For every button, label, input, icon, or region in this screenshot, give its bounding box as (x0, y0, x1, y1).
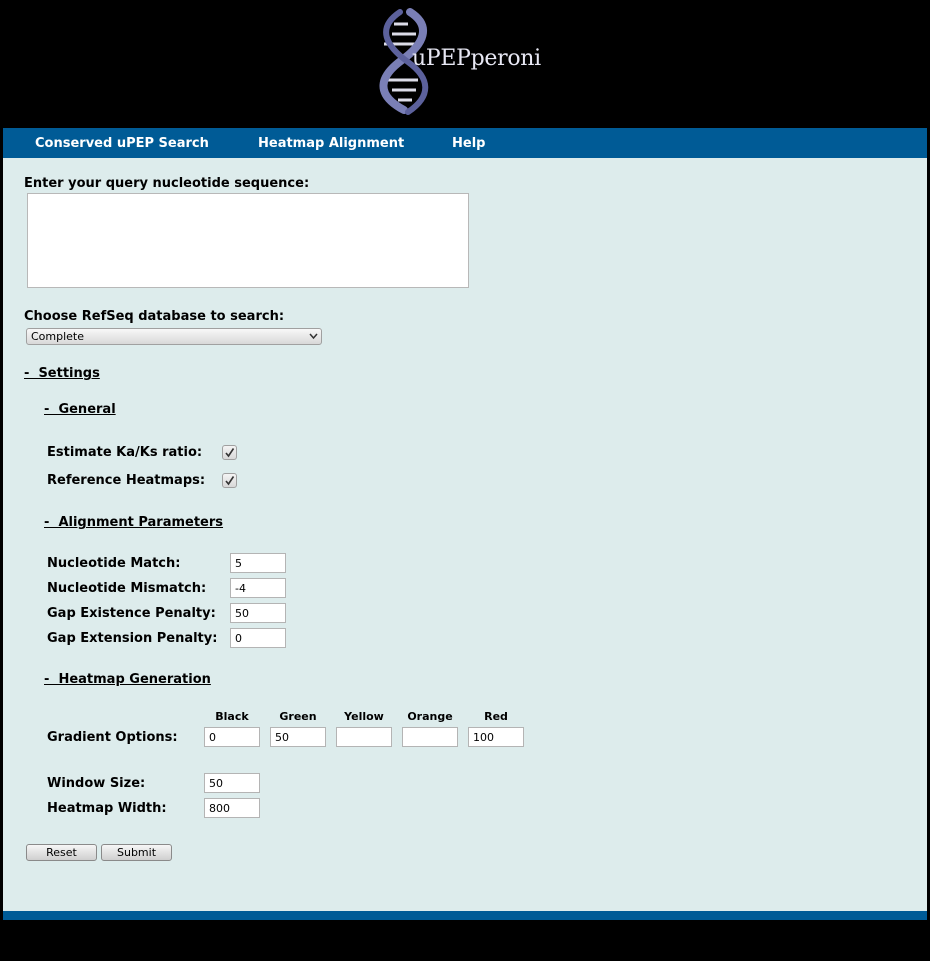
gradient-green-input[interactable] (270, 727, 326, 747)
ref-heatmaps-checkbox[interactable] (222, 473, 237, 488)
mismatch-label: Nucleotide Mismatch: (47, 581, 207, 596)
chevron-down-icon (309, 333, 318, 340)
header: uPEPperoni (0, 0, 930, 128)
gradient-header-black: Black (215, 710, 249, 723)
gap-extension-label: Gap Extension Penalty: (47, 631, 218, 646)
nucleotide-match-input[interactable] (230, 553, 286, 573)
gradient-header-green: Green (279, 710, 317, 723)
logo-text: uPEPperoni (412, 46, 541, 71)
submit-button[interactable]: Submit (101, 844, 172, 861)
nav-bar: Conserved uPEP Search Heatmap Alignment … (3, 128, 927, 158)
gradient-black-input[interactable] (204, 727, 260, 747)
nav-heatmap-alignment[interactable]: Heatmap Alignment (258, 136, 404, 151)
gradient-header-orange: Orange (407, 710, 453, 723)
ref-heatmaps-label: Reference Heatmaps: (47, 473, 206, 488)
checkmark-icon (225, 448, 235, 458)
gradient-red-input[interactable] (468, 727, 524, 747)
gradient-header-yellow: Yellow (344, 710, 384, 723)
gap-existence-input[interactable] (230, 603, 286, 623)
heatmap-width-label: Heatmap Width: (47, 801, 167, 816)
nav-conserved-upep-search[interactable]: Conserved uPEP Search (35, 136, 209, 151)
heatmap-generation-toggle[interactable]: - Heatmap Generation (44, 672, 211, 687)
gradient-yellow-input[interactable] (336, 727, 392, 747)
general-toggle[interactable]: - General (44, 402, 116, 417)
gradient-header-red: Red (484, 710, 508, 723)
checkmark-icon (225, 476, 235, 486)
nav-help[interactable]: Help (452, 136, 485, 151)
heatmap-width-input[interactable] (204, 798, 260, 818)
query-label: Enter your query nucleotide sequence: (24, 176, 310, 191)
main-content: Enter your query nucleotide sequence: Ch… (3, 158, 927, 911)
settings-toggle[interactable]: - Settings (24, 366, 100, 381)
gap-existence-label: Gap Existence Penalty: (47, 606, 216, 621)
gap-extension-input[interactable] (230, 628, 286, 648)
db-label: Choose RefSeq database to search: (24, 309, 285, 324)
footer-bar (3, 911, 927, 920)
kaks-label: Estimate Ka/Ks ratio: (47, 445, 203, 460)
query-sequence-input[interactable] (27, 193, 469, 288)
gradient-options-label: Gradient Options: (47, 730, 178, 745)
gradient-orange-input[interactable] (402, 727, 458, 747)
window-size-input[interactable] (204, 773, 260, 793)
nucleotide-mismatch-input[interactable] (230, 578, 286, 598)
reset-button[interactable]: Reset (26, 844, 97, 861)
refseq-database-select[interactable]: Complete (26, 328, 322, 345)
kaks-checkbox[interactable] (222, 445, 237, 460)
match-label: Nucleotide Match: (47, 556, 181, 571)
db-select-value: Complete (31, 330, 85, 343)
alignment-parameters-toggle[interactable]: - Alignment Parameters (44, 515, 223, 530)
window-size-label: Window Size: (47, 776, 146, 791)
